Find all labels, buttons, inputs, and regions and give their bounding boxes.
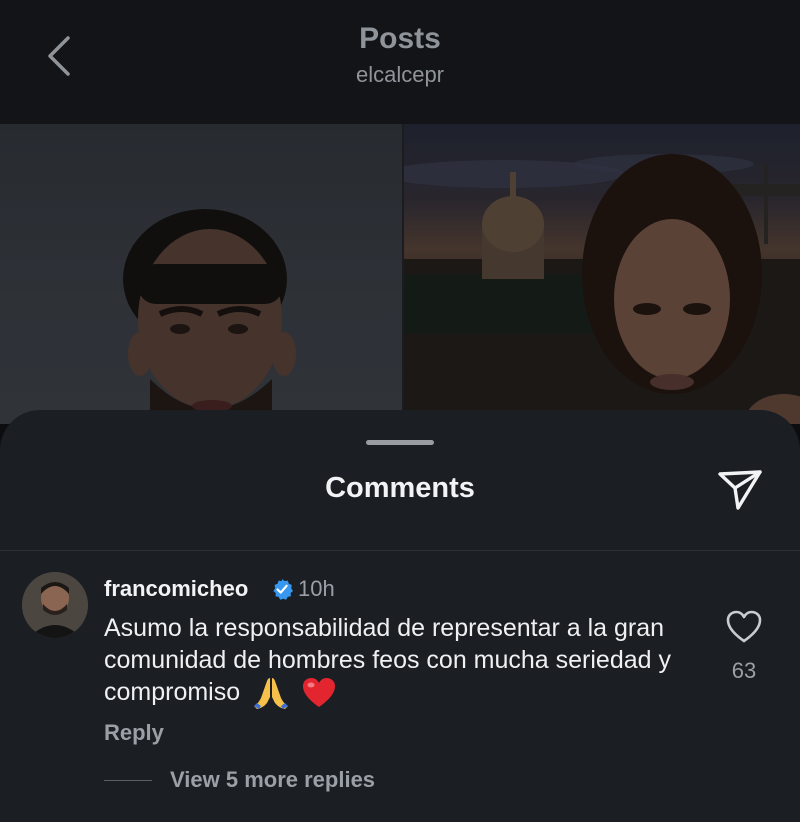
sheet-drag-handle[interactable] — [366, 440, 434, 445]
replies-line — [104, 780, 152, 781]
avatar[interactable] — [22, 572, 88, 638]
like-count: 63 — [731, 658, 757, 683]
folded-hands-emoji — [253, 676, 289, 710]
divider — [0, 550, 800, 551]
page-title: Posts — [359, 22, 441, 55]
comment-body: Asumo la responsabilidad de representar … — [104, 612, 704, 710]
comment-text: Asumo la responsabilidad de representar … — [104, 614, 671, 706]
post-author-username[interactable]: elcalcepr — [0, 62, 800, 88]
view-more-replies-button[interactable]: View 5 more replies — [170, 767, 375, 793]
verified-badge-icon — [273, 579, 293, 600]
red-heart-emoji — [302, 677, 336, 709]
comments-sheet: Comments francomicheo 10h Asumo la respo… — [0, 410, 800, 822]
share-button[interactable] — [716, 466, 764, 514]
post-image-carousel[interactable] — [0, 124, 800, 424]
comment-timestamp: 10h — [298, 576, 335, 601]
top-bar: Posts elcalcepr — [0, 0, 800, 124]
comments-title: Comments — [325, 472, 475, 504]
comment-username[interactable]: francomicheo — [104, 576, 248, 602]
heart-icon[interactable] — [726, 610, 762, 644]
man-portrait-photo — [0, 124, 402, 424]
woman-portrait-photo — [404, 124, 800, 424]
paper-plane-icon — [718, 470, 762, 510]
reply-button[interactable]: Reply — [104, 720, 164, 746]
